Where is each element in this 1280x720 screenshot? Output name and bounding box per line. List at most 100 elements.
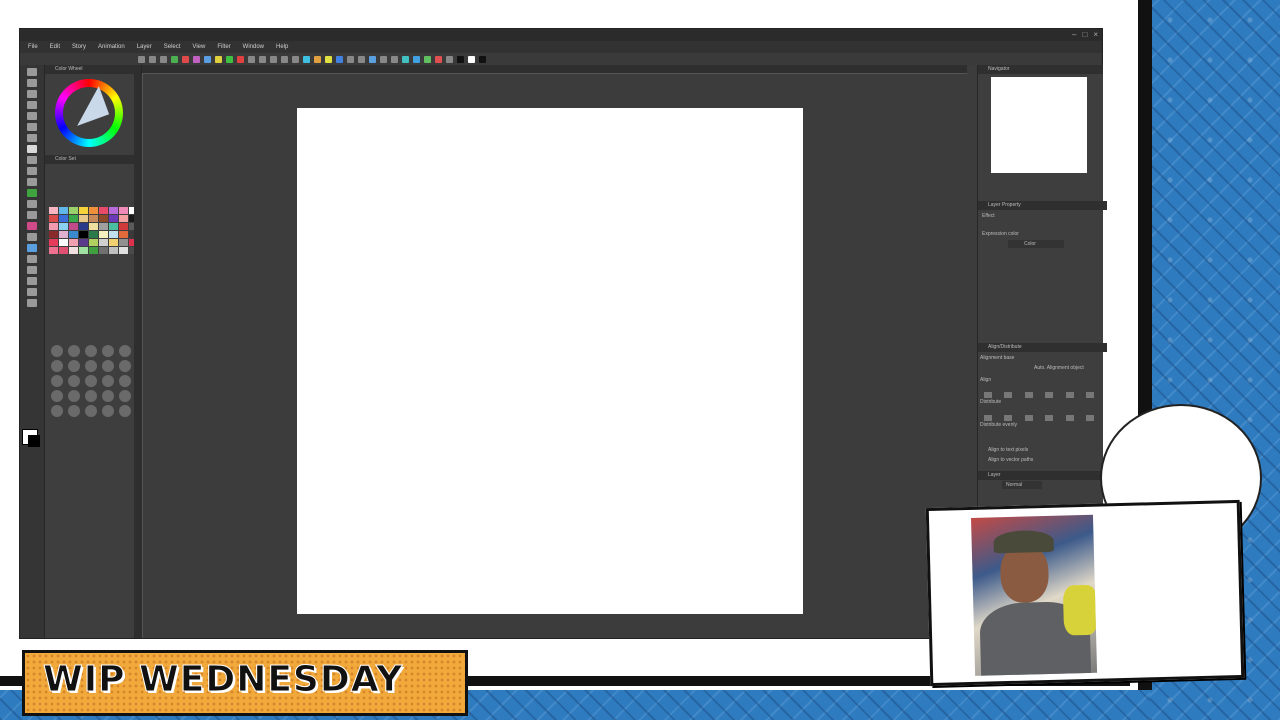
save-icon[interactable] [160,55,167,63]
cmd-icon[interactable] [182,55,189,63]
maximize-icon[interactable]: □ [1082,30,1087,39]
align-to-text-checkbox[interactable]: Align to text pixels [988,447,1028,453]
color-swatch[interactable] [49,207,58,214]
color-swatch[interactable] [89,223,98,230]
eyedropper-tool-icon[interactable] [27,134,37,142]
color-swatch[interactable] [99,215,108,222]
cmd-icon[interactable] [292,55,299,63]
color-swatch[interactable] [69,231,78,238]
brush-size-option[interactable] [51,345,63,357]
menu-help[interactable]: Help [272,44,296,50]
color-swatch[interactable] [89,207,98,214]
color-swatch[interactable] [69,223,78,230]
color-swatch[interactable] [69,215,78,222]
distribute-icon[interactable] [1086,415,1095,421]
brush-size-option[interactable] [119,390,131,402]
color-swatch[interactable] [109,239,118,246]
airbrush-tool-icon[interactable] [27,178,37,186]
brush-size-option[interactable] [68,345,80,357]
color-swatch[interactable] [49,231,58,238]
cmd-icon[interactable] [446,55,453,63]
brush-size-option[interactable] [119,345,131,357]
brush-size-option[interactable] [85,360,97,372]
new-icon[interactable] [138,55,145,63]
brush-size-option[interactable] [119,405,131,417]
color-swatch[interactable] [79,207,88,214]
zoom-tool-icon[interactable] [27,68,37,76]
brush-size-option[interactable] [119,375,131,387]
color-swatch[interactable] [59,207,68,214]
cmd-icon[interactable] [237,55,244,63]
close-icon[interactable]: × [1093,30,1098,39]
color-swatch[interactable] [69,247,78,254]
distribute-icon[interactable] [1045,415,1054,421]
brush-size-option[interactable] [51,390,63,402]
auto-select-tool-icon[interactable] [27,123,37,131]
pencil-tool-icon[interactable] [27,156,37,164]
menu-filter[interactable]: Filter [213,44,238,50]
eraser-tool-icon[interactable] [27,200,37,208]
cmd-icon[interactable] [171,55,178,63]
color-swatch[interactable] [119,239,128,246]
align-top-icon[interactable] [1045,392,1054,398]
color-swatch[interactable] [109,207,118,214]
ruler-tool-icon[interactable] [27,266,37,274]
move-tool-icon[interactable] [27,79,37,87]
text-tool-icon[interactable] [27,277,37,285]
color-swatch[interactable] [69,207,78,214]
menu-edit[interactable]: Edit [46,44,68,50]
align-middle-icon[interactable] [1065,392,1074,398]
align-distribute-tab[interactable]: Align/Distribute [978,343,1107,352]
color-swatch[interactable] [79,247,88,254]
distribute-icon[interactable] [1065,415,1074,421]
brush-size-option[interactable] [85,345,97,357]
distribute-icon[interactable] [1024,415,1033,421]
balloon-tool-icon[interactable] [27,288,37,296]
brush-size-option[interactable] [85,375,97,387]
color-swatch[interactable] [119,215,128,222]
color-swatch[interactable] [109,223,118,230]
color-swatch[interactable] [119,207,128,214]
menu-file[interactable]: File [24,44,46,50]
expression-color-dropdown[interactable]: Color [1008,240,1064,248]
brush-size-option[interactable] [51,405,63,417]
menu-view[interactable]: View [188,44,213,50]
color-swatch[interactable] [59,239,68,246]
color-swatch[interactable] [79,223,88,230]
color-swatch[interactable] [79,215,88,222]
figure-tool-icon[interactable] [27,244,37,252]
selection-tool-icon[interactable] [27,112,37,120]
menu-animation[interactable]: Animation [94,44,133,50]
cmd-icon[interactable] [270,55,277,63]
color-swatch[interactable] [119,231,128,238]
color-swatch[interactable] [79,231,88,238]
cmd-icon[interactable] [281,55,288,63]
white-color-icon[interactable] [468,55,475,63]
black-color-icon[interactable] [457,55,464,63]
operation-tool-icon[interactable] [27,90,37,98]
correct-line-tool-icon[interactable] [27,299,37,307]
cmd-icon[interactable] [424,55,431,63]
frame-tool-icon[interactable] [27,255,37,263]
cmd-icon[interactable] [215,55,222,63]
brush-size-option[interactable] [68,405,80,417]
color-swatch[interactable] [49,247,58,254]
brush-size-option[interactable] [102,375,114,387]
color-swatch[interactable] [99,239,108,246]
pen-tool-icon[interactable] [27,145,37,153]
minimize-icon[interactable]: – [1072,30,1076,39]
cmd-icon[interactable] [193,55,200,63]
navigator-tab[interactable]: Navigator [978,65,1103,74]
cmd-icon[interactable] [435,55,442,63]
fill-tool-icon[interactable] [27,222,37,230]
cmd-icon[interactable] [380,55,387,63]
brush-size-option[interactable] [51,375,63,387]
cmd-icon[interactable] [413,55,420,63]
decoration-tool-icon[interactable] [27,189,37,197]
menu-window[interactable]: Window [239,44,272,50]
color-swatch[interactable] [99,247,108,254]
blend-tool-icon[interactable] [27,211,37,219]
menu-layer[interactable]: Layer [133,44,160,50]
color-swatch[interactable] [99,223,108,230]
brush-tool-icon[interactable] [27,167,37,175]
